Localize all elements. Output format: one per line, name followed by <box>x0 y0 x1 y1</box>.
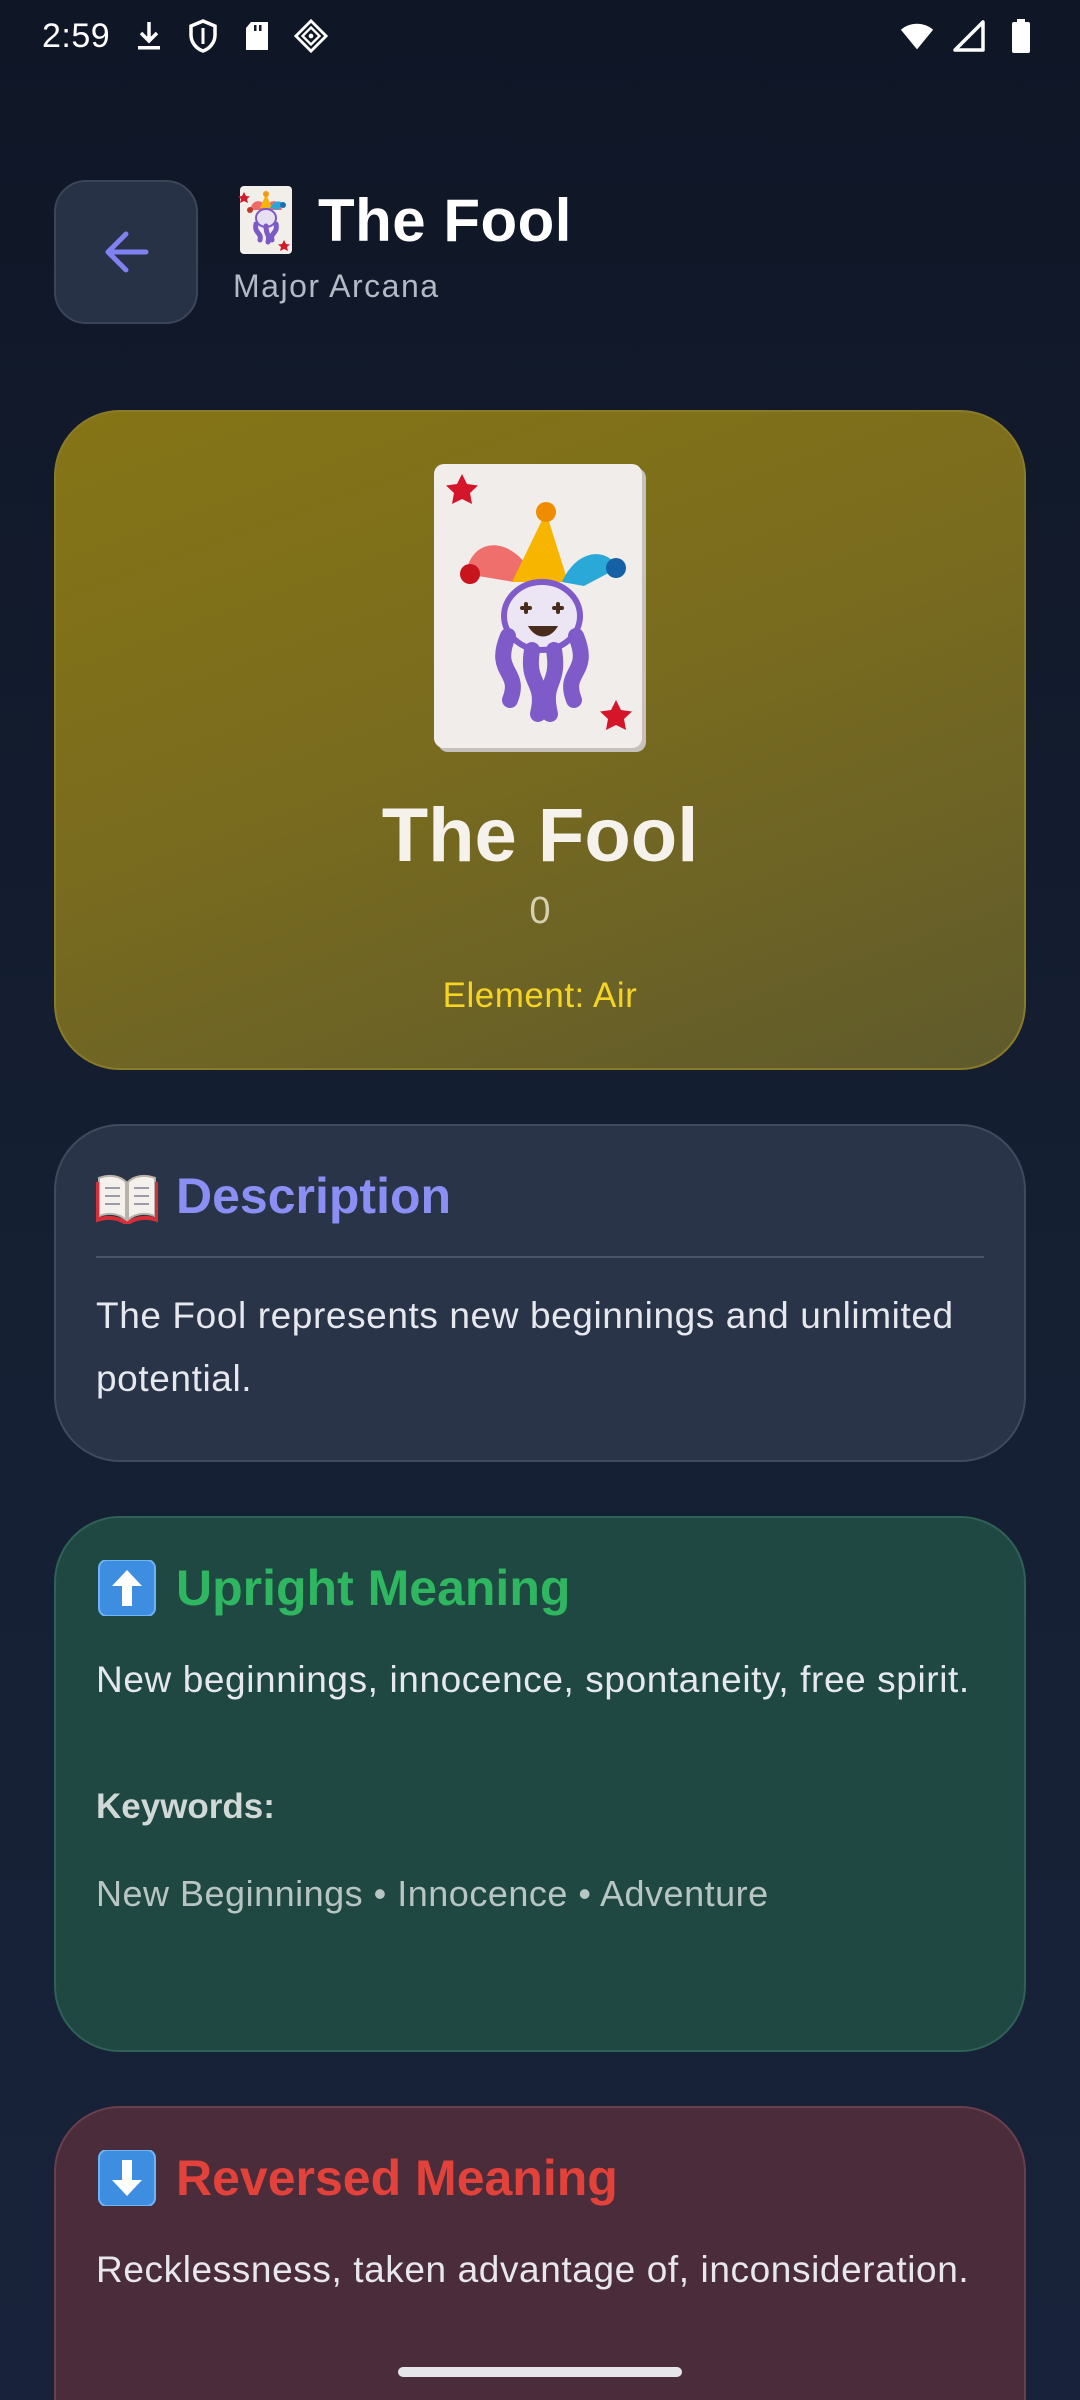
home-indicator[interactable] <box>398 2367 682 2377</box>
back-button[interactable] <box>54 180 198 324</box>
reversed-title: Reversed Meaning <box>176 2150 618 2206</box>
notification-icons <box>132 18 329 54</box>
keywords-label: Keywords: <box>96 1787 275 1826</box>
status-time: 2:59 <box>42 16 111 55</box>
up-arrow-icon <box>98 1560 156 1616</box>
description-card: Description The Fool represents new begi… <box>54 1124 1026 1462</box>
reversed-header: Reversed Meaning <box>96 2148 984 2208</box>
card-name: The Fool <box>381 793 699 878</box>
description-divider <box>96 1256 984 1258</box>
battery-icon <box>1004 19 1038 53</box>
down-arrow-icon <box>98 2150 156 2206</box>
header-title-row: The Fool <box>236 184 572 256</box>
status-bar: 2:59 <box>0 0 1080 72</box>
description-header: Description <box>96 1166 984 1226</box>
upright-text: New beginnings, innocence, spontaneity, … <box>96 1659 970 1700</box>
description-title: Description <box>176 1168 452 1224</box>
upright-header: Upright Meaning <box>96 1558 984 1618</box>
page-title: The Fool <box>318 186 572 254</box>
sd-card-icon <box>240 19 274 53</box>
keywords-list: New Beginnings • Innocence • Adventure <box>96 1873 769 1914</box>
joker-card-icon <box>434 464 646 752</box>
joker-card-icon <box>238 186 292 254</box>
card-element: Element: Air <box>442 976 638 1015</box>
page-subtitle: Major Arcana <box>233 268 440 304</box>
description-text: The Fool represents new beginnings and u… <box>96 1295 954 1399</box>
upright-meaning-card: Upright Meaning New beginnings, innocenc… <box>54 1516 1026 2052</box>
shield-icon <box>186 19 220 53</box>
upright-title: Upright Meaning <box>176 1560 571 1616</box>
cell-signal-icon <box>952 19 986 53</box>
open-book-icon <box>96 1174 158 1224</box>
status-right <box>900 19 1038 53</box>
card-number: 0 <box>529 890 551 932</box>
screen: 2:59 The Fool Major Arcana The Fool 0 El… <box>0 0 1080 2400</box>
hero-card: The Fool 0 Element: Air <box>54 410 1026 1070</box>
wifi-icon <box>900 19 934 53</box>
arrow-left-icon <box>105 231 149 273</box>
download-icon <box>132 19 166 53</box>
reversed-meaning-card: Reversed Meaning Recklessness, taken adv… <box>54 2106 1026 2400</box>
status-left: 2:59 <box>42 16 329 56</box>
diamond-app-icon <box>294 18 329 54</box>
reversed-text: Recklessness, taken advantage of, incons… <box>96 2249 970 2290</box>
